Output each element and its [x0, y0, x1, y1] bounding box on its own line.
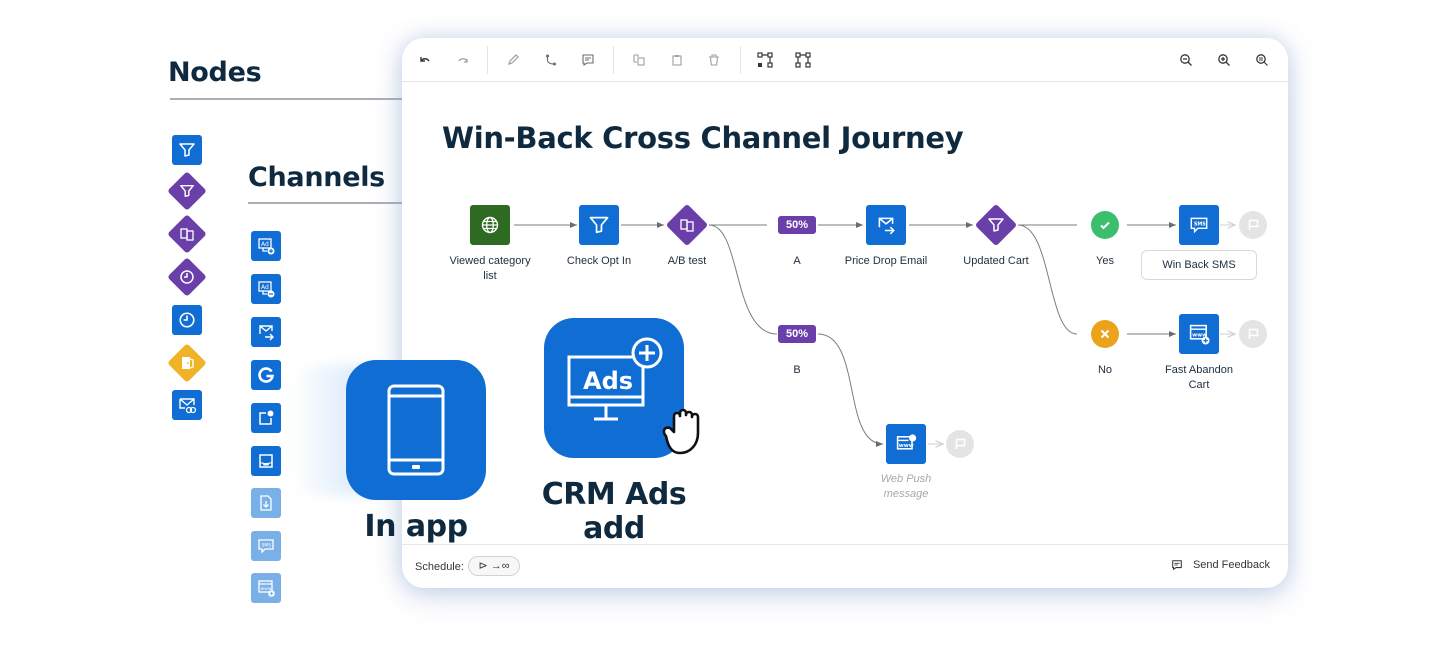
palette-ad-add-channel[interactable]: Ad [251, 231, 281, 261]
svg-text:Ad: Ad [261, 241, 269, 248]
palette-web-push-add-channel[interactable]: www [251, 573, 281, 603]
palette-exit-node[interactable] [172, 348, 202, 378]
globe-icon [481, 216, 499, 234]
node-viewed-category[interactable] [470, 205, 510, 245]
timer-icon [179, 312, 195, 328]
label-web-push: Web Push message [880, 473, 932, 500]
split-b-percentage[interactable]: 50% [778, 325, 816, 343]
label-viewed-category: Viewed category list [449, 255, 531, 282]
node-ab-test[interactable] [667, 205, 707, 245]
label-split-b: B [793, 364, 801, 376]
node-updated-cart[interactable] [976, 205, 1016, 245]
channels-heading: Channels [248, 162, 385, 193]
palette-email-send-channel[interactable] [251, 317, 281, 347]
label-win-back-sms[interactable]: Win Back SMS [1141, 250, 1257, 280]
label-yes: Yes [1096, 255, 1114, 267]
flag-icon [1248, 328, 1259, 339]
palette-google-channel[interactable] [251, 360, 281, 390]
flag-icon [1248, 219, 1259, 230]
edge-b-to-webpush [817, 333, 884, 447]
label-no: No [1097, 364, 1113, 376]
end-node-web-push[interactable] [946, 430, 974, 458]
decision-filter-icon [180, 184, 194, 198]
split-a-percentage[interactable]: 50% [778, 216, 816, 234]
palette-ab-test-node[interactable] [172, 219, 202, 249]
label-fast-abandon-cart: Fast Abandon Cart [1165, 364, 1233, 391]
schedule-label: Schedule: [415, 561, 464, 573]
download-document-icon [260, 495, 272, 511]
flag-icon [955, 438, 966, 449]
ads-icon-text: Ads [583, 367, 633, 395]
in-app-label: In app [364, 509, 468, 544]
feedback-icon [1172, 560, 1182, 571]
tablet-icon [387, 384, 445, 476]
node-yes[interactable] [1091, 211, 1119, 239]
ad-remove-icon: Ad [258, 281, 275, 298]
palette-decision-filter-node[interactable] [172, 176, 202, 206]
exit-icon [182, 357, 194, 369]
google-icon [258, 367, 275, 383]
palette-push-notification-channel[interactable] [251, 403, 281, 433]
sms-icon: SMS [258, 539, 274, 554]
ads-add-icon: Ads [567, 337, 663, 421]
edge-updated-to-no [1017, 224, 1078, 335]
palette-inbox-channel[interactable] [251, 446, 281, 476]
close-icon [1100, 329, 1110, 339]
label-ab-test: A/B test [667, 255, 707, 267]
svg-text:SMS: SMS [1194, 222, 1206, 228]
web-push-add-icon: www [258, 580, 275, 597]
node-web-push[interactable]: www [886, 424, 926, 464]
palette-timer-node[interactable] [172, 305, 202, 335]
label-split-a: A [793, 255, 801, 267]
push-notification-icon [259, 410, 274, 425]
node-win-back-sms[interactable]: SMS [1179, 205, 1219, 245]
svg-text:Ad: Ad [261, 284, 269, 291]
label-price-drop-email: Price Drop Email [844, 255, 928, 267]
web-push-icon: www [896, 434, 917, 450]
schedule-button[interactable]: ⊳ →∞ [468, 556, 520, 576]
filter-icon [589, 216, 609, 234]
hand-cursor-icon [662, 408, 700, 455]
palette-filter-node[interactable] [172, 135, 202, 165]
web-push-add-icon: www [1189, 324, 1210, 345]
node-check-opt-in[interactable] [579, 205, 619, 245]
palette-ad-remove-channel[interactable]: Ad [251, 274, 281, 304]
ab-test-icon [180, 228, 194, 241]
palette-email-verify-node[interactable] [172, 390, 202, 420]
node-fast-abandon-cart[interactable]: www [1179, 314, 1219, 354]
nodes-divider [170, 98, 410, 100]
node-no[interactable] [1091, 320, 1119, 348]
email-send-icon [878, 217, 895, 235]
node-price-drop-email[interactable] [866, 205, 906, 245]
crm-ads-label: CRM Ads add [541, 477, 687, 546]
send-feedback-label: Send Feedback [1192, 559, 1270, 571]
wait-icon [180, 270, 194, 284]
ab-test-icon [680, 219, 694, 232]
in-app-channel-tile[interactable] [346, 360, 486, 500]
svg-text:SMS: SMS [262, 543, 272, 549]
palette-download-document-channel[interactable] [251, 488, 281, 518]
svg-text:www: www [899, 443, 914, 449]
palette-wait-node[interactable] [172, 262, 202, 292]
end-node-sms[interactable] [1239, 211, 1267, 239]
end-node-fast-abandon[interactable] [1239, 320, 1267, 348]
email-verify-icon [179, 398, 197, 414]
inbox-icon [259, 454, 273, 468]
footer-bar: Schedule: ⊳ →∞ Send Feedback [402, 544, 1288, 588]
sms-icon: SMS [1190, 217, 1208, 234]
decision-filter-icon [988, 218, 1004, 232]
edge-ab-to-b [708, 224, 778, 335]
send-feedback-button[interactable]: Send Feedback [1171, 559, 1270, 571]
filter-icon [179, 143, 195, 157]
nodes-heading: Nodes [168, 57, 262, 88]
check-icon [1100, 221, 1110, 230]
channels-divider [248, 202, 408, 204]
email-send-icon [259, 325, 274, 341]
label-updated-cart: Updated Cart [963, 255, 1029, 267]
ad-add-icon: Ad [258, 238, 275, 255]
label-check-opt-in: Check Opt In [566, 255, 632, 267]
palette-sms-channel[interactable]: SMS [251, 531, 281, 561]
